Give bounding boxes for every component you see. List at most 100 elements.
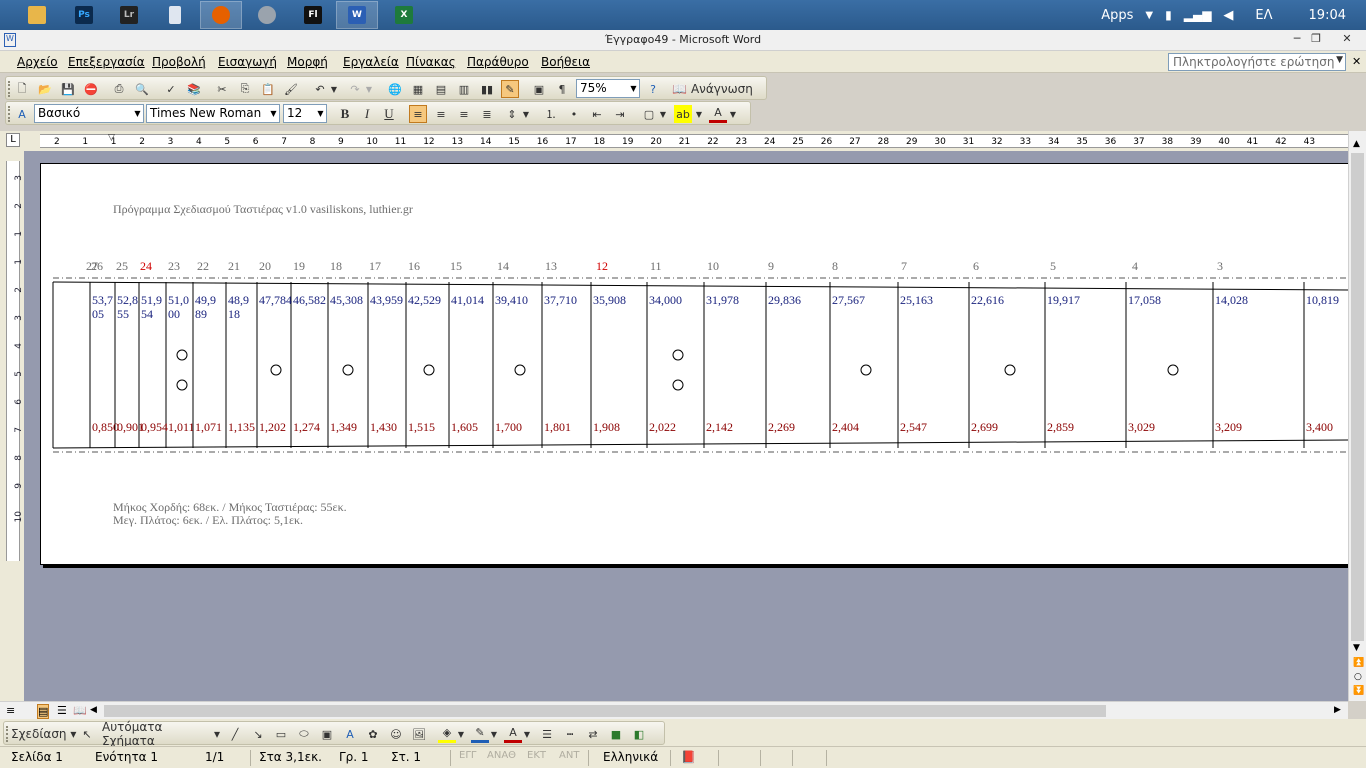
print-preview-icon[interactable]: 🔍 <box>133 80 151 98</box>
open-icon[interactable]: 📂 <box>36 80 54 98</box>
status-overtype[interactable]: ΑΝΤ <box>556 750 579 767</box>
zoom-select[interactable]: 75% ▼ <box>576 79 640 98</box>
chevron-down-icon[interactable]: ▼ <box>522 725 532 743</box>
status-pages[interactable]: 1/1 <box>202 750 224 767</box>
status-track-changes[interactable]: ΑΝΑΘ <box>484 750 516 767</box>
menu-insert[interactable]: Εισαγωγή <box>218 55 277 69</box>
rectangle-icon[interactable]: ▭ <box>272 725 290 743</box>
chevron-down-icon[interactable]: ▼ <box>132 105 143 122</box>
help-icon[interactable]: ? <box>644 80 662 98</box>
chevron-down-icon[interactable]: ▼ <box>268 105 279 122</box>
horizontal-scrollbar[interactable]: ≡ ▤ ☰ 📖 ◀ ▶ <box>0 701 1348 719</box>
hyperlink-icon[interactable]: 🌐 <box>386 80 404 98</box>
toolbar-grip[interactable] <box>6 726 9 742</box>
help-search-input[interactable]: Πληκτρολογήστε ερώτηση ▼ <box>1168 53 1346 71</box>
previous-page-icon[interactable]: ⏫ <box>1353 658 1364 668</box>
file-explorer-taskbar-button[interactable] <box>16 1 58 29</box>
scroll-left-icon[interactable]: ◀ <box>90 705 97 715</box>
align-left-icon[interactable]: ≡ <box>409 105 427 123</box>
spelling-icon[interactable]: ✓ <box>162 80 180 98</box>
horizontal-ruler[interactable]: L 2 1 1 2 3 4 5 6 7 8 9 10 11 12 13 14 15 16 17 18 19 20 21 22 2… <box>0 131 1366 151</box>
cut-icon[interactable]: ✂ <box>213 80 231 98</box>
drawing-icon[interactable]: ✎ <box>501 80 519 98</box>
undo-icon[interactable]: ↶ <box>311 80 329 98</box>
scroll-thumb[interactable] <box>1351 153 1364 641</box>
autoshapes-button[interactable]: Αυτόματα Σχήματα ▾ <box>102 720 220 748</box>
firefox-taskbar-button[interactable] <box>200 1 242 29</box>
style-select[interactable]: Βασικό ▼ <box>34 104 144 123</box>
volume-icon[interactable]: ◀ <box>1223 8 1233 23</box>
align-center-icon[interactable]: ≡ <box>432 105 450 123</box>
3d-style-icon[interactable]: ◧ <box>630 725 648 743</box>
dash-style-icon[interactable]: ┅ <box>561 725 579 743</box>
justify-icon[interactable]: ≣ <box>478 105 496 123</box>
insert-excel-icon[interactable]: ▥ <box>455 80 473 98</box>
clock[interactable]: 19:04 <box>1309 8 1346 23</box>
maximize-button[interactable]: ❐ <box>1307 32 1325 48</box>
photoshop-taskbar-button[interactable]: Ps <box>63 1 105 29</box>
vruler-strip[interactable]: 3 2 1 1 2 3 4 5 6 7 8 9 10 <box>6 161 24 561</box>
permission-icon[interactable]: ⛔ <box>82 80 100 98</box>
decrease-indent-icon[interactable]: ⇤ <box>588 105 606 123</box>
print-layout-icon[interactable]: ▤ <box>37 704 50 719</box>
status-section[interactable]: Ενότητα 1 <box>92 750 158 767</box>
indent-marker-icon[interactable]: ▽ <box>108 134 115 143</box>
format-painter-icon[interactable]: 🖌 <box>282 80 300 98</box>
arrow-style-icon[interactable]: ⇄ <box>584 725 602 743</box>
line-style-icon[interactable]: ☰ <box>538 725 556 743</box>
status-col[interactable]: Στ. 1 <box>388 750 421 767</box>
reading-layout-icon[interactable]: 📖 <box>73 704 87 717</box>
font-size-select[interactable]: 12 ▼ <box>283 104 327 123</box>
status-line[interactable]: Γρ. 1 <box>336 750 369 767</box>
vertical-scrollbar[interactable]: ▲ ▼ ⏫ ○ ⏬ <box>1348 131 1366 701</box>
language-indicator[interactable]: ΕΛ <box>1255 8 1272 23</box>
scroll-right-icon[interactable]: ▶ <box>1334 705 1341 715</box>
toolbar-grip[interactable] <box>8 106 11 122</box>
align-right-icon[interactable]: ≡ <box>455 105 473 123</box>
bullets-icon[interactable]: • <box>565 105 583 123</box>
numbering-icon[interactable]: ⒈ <box>542 105 560 123</box>
new-document-icon[interactable]: 🗋 <box>13 80 31 98</box>
menu-tools[interactable]: Εργαλεία <box>343 55 399 69</box>
chevron-down-icon[interactable]: ▼ <box>728 105 738 123</box>
status-record[interactable]: ΕΓΓ <box>456 750 476 767</box>
line-color-icon[interactable]: ✎ <box>471 725 489 743</box>
diagram-icon[interactable]: ✿ <box>364 725 382 743</box>
browse-object-icon[interactable]: ○ <box>1354 672 1362 682</box>
ruler-strip[interactable]: 2 1 1 2 3 4 5 6 7 8 9 10 11 12 13 14 15 16 17 18 19 20 21 22 23 2… <box>40 134 1350 148</box>
chevron-down-icon[interactable]: ▼ <box>1145 10 1153 21</box>
chevron-down-icon[interactable]: ▼ <box>694 105 704 123</box>
print-icon[interactable]: ⎙ <box>110 80 128 98</box>
apps-label[interactable]: Apps <box>1101 8 1133 23</box>
menu-format[interactable]: Μορφή <box>287 55 328 69</box>
textbox-icon[interactable]: ▣ <box>318 725 336 743</box>
document-map-icon[interactable]: ▣ <box>530 80 548 98</box>
flash-taskbar-button[interactable]: Fl <box>292 1 334 29</box>
italic-button[interactable]: I <box>358 105 376 123</box>
redo-icon[interactable]: ↷ <box>346 80 364 98</box>
increase-indent-icon[interactable]: ⇥ <box>611 105 629 123</box>
chevron-down-icon[interactable]: ▼ <box>1336 55 1343 65</box>
menu-view[interactable]: Προβολή <box>152 55 206 69</box>
word-taskbar-button[interactable]: W <box>336 1 378 29</box>
scroll-down-icon[interactable]: ▼ <box>1353 643 1360 653</box>
document-area[interactable]: Πρόγραμμα Σχεδιασμού Ταστιέρας v1.0 vasi… <box>24 151 1348 701</box>
status-page[interactable]: Σελίδα 1 <box>8 750 63 767</box>
tab-selector[interactable]: L <box>6 133 20 147</box>
status-language[interactable]: Ελληνικά <box>600 750 658 767</box>
spelling-status-icon[interactable]: 📕 <box>678 750 696 767</box>
signal-icon[interactable]: ▂▄▆ <box>1184 8 1212 22</box>
menu-table[interactable]: Πίνακας <box>406 55 456 69</box>
vertical-ruler[interactable]: 3 2 1 1 2 3 4 5 6 7 8 9 10 <box>0 151 24 701</box>
fill-color-icon[interactable]: ◈ <box>438 725 456 743</box>
research-icon[interactable]: 📚 <box>185 80 203 98</box>
hscroll-thumb[interactable] <box>104 705 1106 717</box>
minimize-button[interactable]: ─ <box>1288 32 1306 48</box>
close-document-icon[interactable]: ✕ <box>1352 55 1361 68</box>
insert-table-icon[interactable]: ▤ <box>432 80 450 98</box>
menu-window[interactable]: Παράθυρο <box>467 55 529 69</box>
next-page-icon[interactable]: ⏬ <box>1353 686 1364 696</box>
calculator-taskbar-button[interactable] <box>154 1 196 29</box>
draw-menu-button[interactable]: Σχεδίαση ▾ <box>11 725 76 743</box>
toolbar-grip[interactable] <box>8 81 11 97</box>
